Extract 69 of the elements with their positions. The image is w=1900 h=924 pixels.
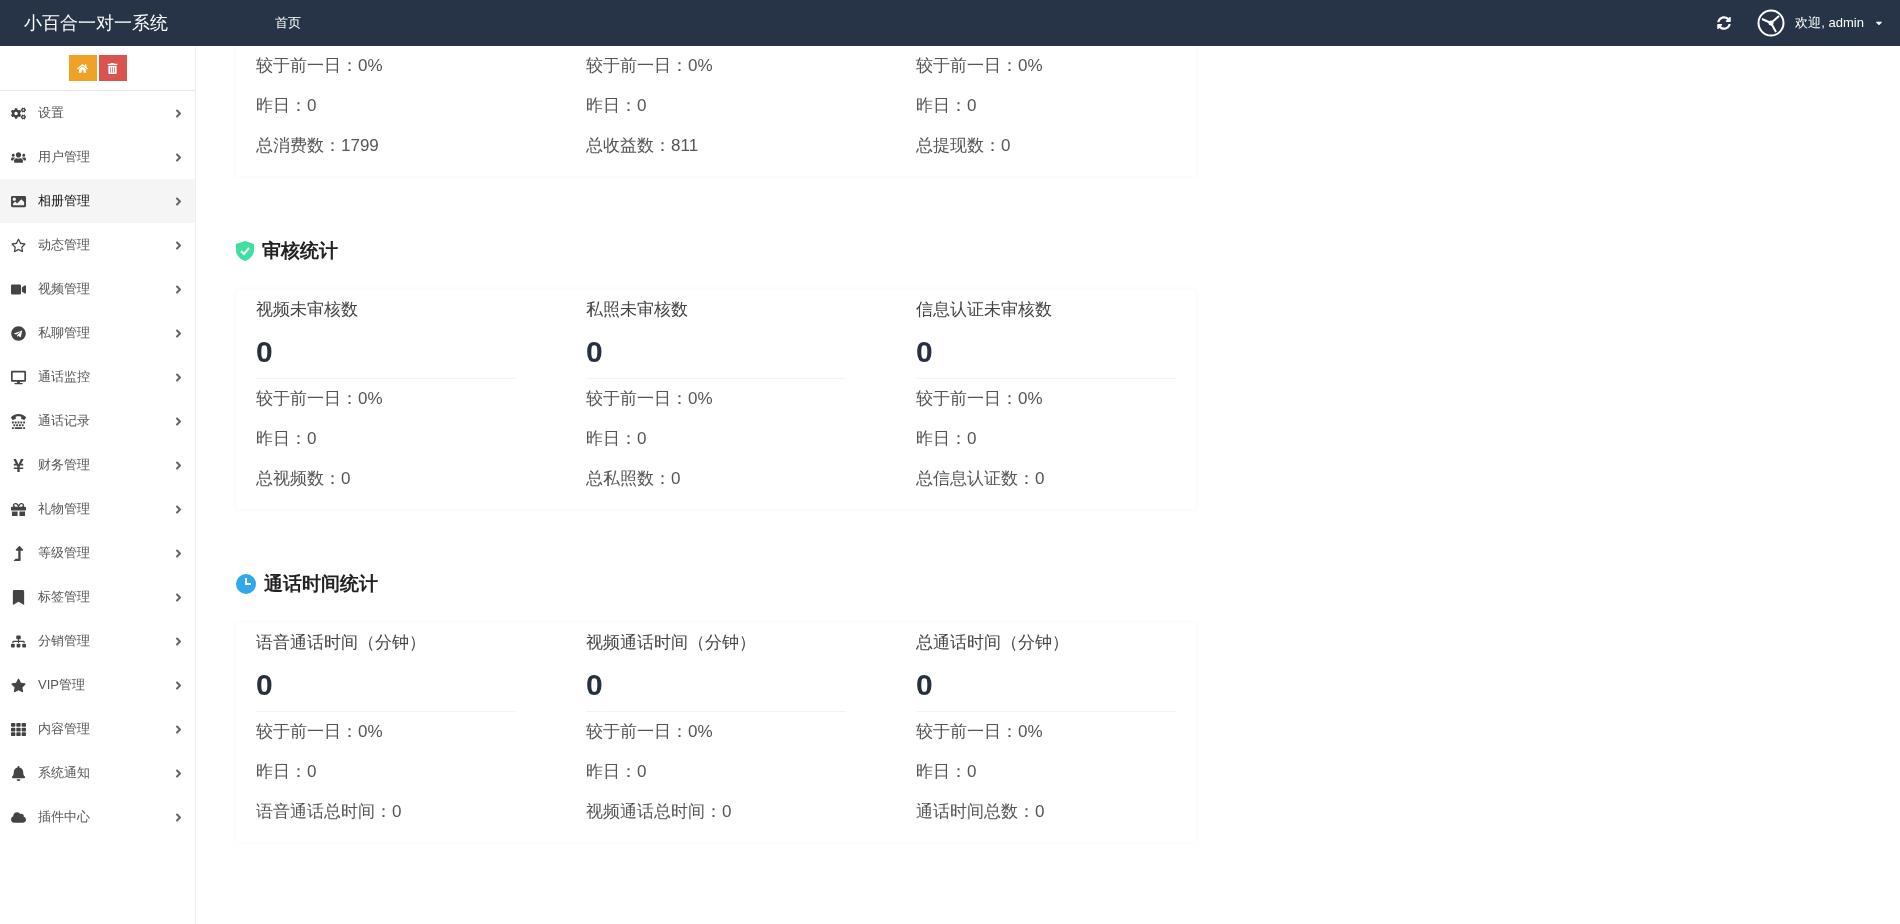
stat-label: 语音通话时间（分钟） — [256, 632, 427, 654]
stat-value: 0 — [256, 663, 516, 712]
stat-row-text: 总视频数：0 — [256, 468, 352, 490]
welcome-text: 欢迎, admin — [1795, 14, 1864, 32]
stat-label: 视频未审核数 — [256, 299, 359, 321]
hierarchy-icon — [10, 633, 26, 649]
stat-value: 0 — [256, 330, 516, 379]
stat-row-text: 较于前一日：0% — [916, 721, 1044, 743]
monitor-icon — [10, 369, 26, 385]
users-icon — [10, 149, 26, 165]
app-title: 小百合一对一系统 — [23, 12, 169, 35]
stat-row-text: 较于前一日：0% — [586, 55, 714, 77]
stat-row-text: 昨日：0 — [916, 761, 978, 783]
stat-row-text: 总信息认证数：0 — [916, 468, 1046, 490]
stat-row-text: 昨日：0 — [586, 95, 648, 117]
bell-icon — [10, 765, 26, 781]
stat-label: 私照未审核数 — [586, 299, 689, 321]
stat-value: 0 — [586, 330, 846, 379]
telephone-icon — [10, 413, 26, 429]
stat-row-text: 昨日：0 — [586, 428, 648, 450]
stat-row-text: 昨日：0 — [916, 428, 978, 450]
stat-row-text: 视频通话总时间：0 — [586, 801, 733, 823]
sidebar-item[interactable]: 相册管理 — [0, 179, 195, 223]
clock-icon — [236, 574, 256, 594]
stat-label: 总通话时间（分钟） — [916, 632, 1070, 654]
user-menu[interactable]: 欢迎, admin — [1757, 9, 1884, 37]
stat-label: 信息认证未审核数 — [916, 299, 1053, 321]
stat-value: 0 — [586, 663, 846, 712]
stat-row-text: 昨日：0 — [256, 95, 318, 117]
stat-row-text: 昨日：0 — [586, 761, 648, 783]
stat-row-text: 总提现数：0 — [916, 135, 1012, 157]
stat-row-text: 较于前一日：0% — [586, 721, 714, 743]
stat-row-text: 较于前一日：0% — [256, 55, 384, 77]
trash-icon — [107, 62, 118, 74]
refresh-button[interactable] — [1717, 16, 1732, 30]
home-icon — [77, 62, 88, 74]
stat-row-text: 昨日：0 — [256, 761, 318, 783]
stat-row-text: 总消费数：1799 — [256, 135, 380, 157]
stat-row-text: 较于前一日：0% — [916, 55, 1044, 77]
section-title: 通话时间统计 — [264, 572, 378, 596]
star-outline-icon — [10, 237, 26, 253]
paper-plane-icon — [10, 325, 26, 341]
stat-row-text: 较于前一日：0% — [586, 388, 714, 410]
gears-icon — [10, 105, 26, 121]
stat-row-text: 较于前一日：0% — [256, 721, 384, 743]
stat-row-text: 总收益数：811 — [586, 135, 700, 157]
shield-check-icon — [236, 241, 254, 261]
stat-value: 0 — [916, 663, 1176, 712]
nav-link[interactable]: 首页 — [267, 10, 309, 36]
trash-button[interactable] — [98, 55, 127, 81]
gift-icon — [10, 501, 26, 517]
stat-label: 视频通话时间（分钟） — [586, 632, 757, 654]
stat-row-text: 较于前一日：0% — [916, 388, 1044, 410]
grid-icon — [10, 721, 26, 737]
star-icon — [10, 677, 26, 693]
avatar-icon — [1757, 9, 1786, 37]
bookmark-icon — [10, 589, 26, 605]
picture-icon — [10, 193, 26, 209]
cloud-icon — [10, 809, 26, 825]
stat-row-text: 较于前一日：0% — [256, 388, 384, 410]
home-button[interactable] — [68, 55, 97, 81]
section-title: 审核统计 — [262, 239, 338, 263]
stat-row-text: 通话时间总数：0 — [916, 801, 1046, 823]
stat-row-text: 昨日：0 — [256, 428, 318, 450]
refresh-icon — [1717, 16, 1732, 30]
stat-value: 0 — [916, 330, 1176, 379]
stat-row-text: 总私照数：0 — [586, 468, 682, 490]
stat-row-text: 语音通话总时间：0 — [256, 801, 403, 823]
stat-row-text: 昨日：0 — [916, 95, 978, 117]
